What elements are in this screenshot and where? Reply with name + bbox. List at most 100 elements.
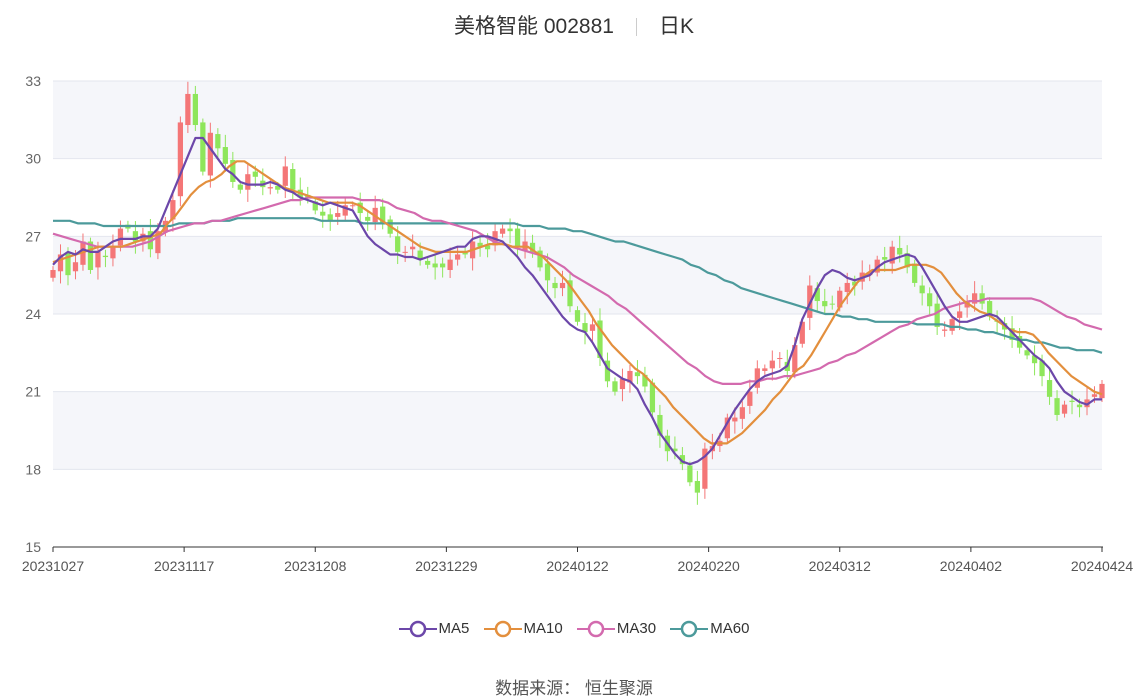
legend-item-ma30[interactable]: MA30 <box>576 620 657 638</box>
candle-down <box>694 480 701 493</box>
legend-marker-ma30 <box>576 620 615 638</box>
candle-down <box>822 301 828 307</box>
candle-down <box>897 247 903 255</box>
candle-up <box>282 166 288 186</box>
candle-down <box>425 260 431 265</box>
candle-up <box>942 329 948 331</box>
candle-down <box>1069 400 1075 403</box>
candle-up <box>739 407 745 419</box>
candle-down <box>544 263 551 281</box>
x-tick-label: 20231117 <box>154 558 214 574</box>
grid-band <box>53 236 1102 314</box>
y-tick-label: 21 <box>25 384 41 400</box>
candle-down <box>432 263 438 268</box>
x-tick-label: 20240312 <box>809 558 872 574</box>
candle-down <box>320 211 326 216</box>
grid-band <box>53 469 1102 547</box>
candle-down <box>507 228 513 232</box>
x-tick-label: 20240424 <box>1071 558 1134 574</box>
candle-up <box>559 282 566 289</box>
legend-label-ma10: MA10 <box>523 620 563 637</box>
data-source: 数据来源： 恒生聚源 <box>0 674 1148 699</box>
candle-down <box>1076 404 1083 408</box>
data-source-value: 恒生聚源 <box>584 679 653 698</box>
candle-up <box>117 228 124 246</box>
candle-down <box>514 228 521 247</box>
candle-down <box>927 293 933 307</box>
grid-band <box>53 391 1102 470</box>
candle-up <box>410 246 416 250</box>
candle-down <box>222 147 228 164</box>
x-tick-label: 20240122 <box>546 558 609 574</box>
candle-down <box>395 236 401 252</box>
candle-up <box>207 132 213 176</box>
candle-down <box>365 216 371 221</box>
candle-up <box>350 205 356 207</box>
y-tick-label: 15 <box>25 539 41 555</box>
candle-down <box>649 382 656 413</box>
candle-up <box>747 391 753 406</box>
candle-down <box>882 257 888 260</box>
candle-up <box>50 269 56 278</box>
legend-label-ma30: MA30 <box>616 620 657 637</box>
candle-down <box>552 282 558 289</box>
candle-down <box>912 263 918 283</box>
candle-up <box>499 228 506 234</box>
candle-down <box>252 171 258 177</box>
candlestick-chart: 15 18 21 24 27 30 33 20231027 20231117 20231208 20… <box>22 73 1134 574</box>
candle-up <box>762 368 768 371</box>
candle-up <box>589 324 596 331</box>
chart-legend: MA5 MA10 MA30 MA60 <box>0 620 1148 638</box>
candle-down <box>200 122 206 172</box>
candle-up <box>72 262 79 272</box>
legend-item-ma5[interactable]: MA5 <box>398 620 470 638</box>
candle-up <box>1061 404 1068 414</box>
candle-up <box>754 368 760 388</box>
y-tick-label: 30 <box>25 151 41 167</box>
candle-up <box>95 251 101 268</box>
legend-marker-ma5 <box>398 620 437 638</box>
candle-down <box>919 285 925 294</box>
candle-up <box>185 93 191 126</box>
candle-up <box>454 254 461 260</box>
candle-up <box>447 259 453 270</box>
candle-down <box>102 255 109 258</box>
x-tick-label: 20240220 <box>677 558 740 574</box>
candle-up <box>777 358 783 360</box>
candle-down <box>237 184 243 190</box>
y-tick-label: 24 <box>25 306 41 322</box>
candle-up <box>769 360 775 369</box>
candle-down <box>192 93 198 126</box>
x-tick-label: 20231208 <box>284 558 347 574</box>
legend-label-ma60: MA60 <box>710 620 750 637</box>
legend-item-ma10[interactable]: MA10 <box>483 620 563 638</box>
y-tick-label: 27 <box>25 228 41 244</box>
x-tick-label: 20231027 <box>22 558 85 574</box>
candle-up <box>402 251 408 253</box>
candle-up <box>245 174 251 190</box>
legend-item-ma60[interactable]: MA60 <box>670 620 749 638</box>
candle-up <box>177 122 184 197</box>
x-tick-label: 20231229 <box>415 558 478 574</box>
candle-down <box>215 134 221 149</box>
legend-marker-ma10 <box>483 620 522 638</box>
y-tick-label: 18 <box>25 461 41 477</box>
legend-label-ma5: MA5 <box>438 620 470 637</box>
candle-up <box>949 319 955 331</box>
candle-up <box>1091 394 1098 397</box>
candle-up <box>844 282 850 292</box>
candle-down <box>440 263 446 268</box>
candle-up <box>110 246 116 259</box>
candle-down <box>687 465 693 483</box>
candle-up <box>732 417 738 422</box>
candle-down <box>574 310 581 322</box>
candle-up <box>335 213 341 217</box>
candle-down <box>829 303 835 305</box>
data-source-label: 数据来源： <box>495 679 581 698</box>
candle-down <box>1046 380 1053 397</box>
legend-marker-ma60 <box>670 620 709 638</box>
candle-down <box>612 381 618 392</box>
candle-down <box>1054 398 1060 415</box>
x-tick-label: 20240402 <box>940 558 1003 574</box>
candle-up <box>957 311 963 318</box>
